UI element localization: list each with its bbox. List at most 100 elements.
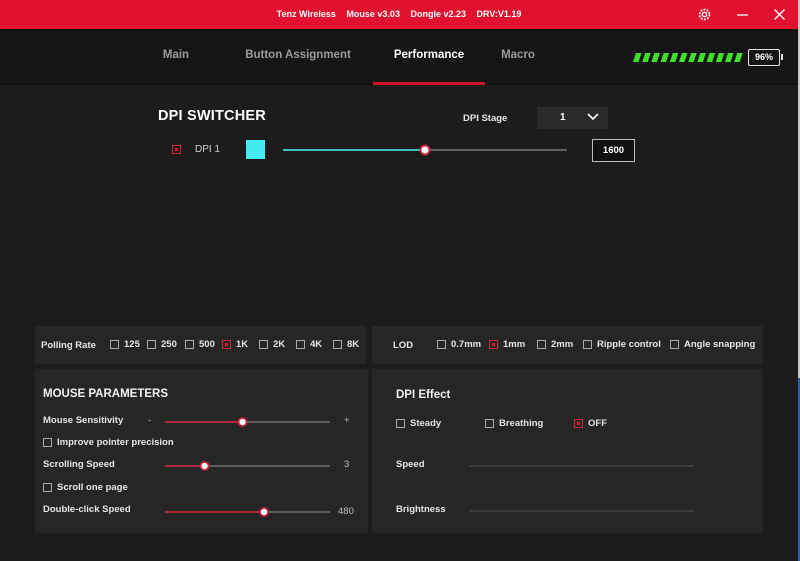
ripple-control-option[interactable]: Ripple control — [583, 339, 661, 350]
checkbox[interactable] — [110, 340, 119, 349]
dpi-effect-panel: DPI Effect Steady Breathing OFF Speed Br… — [372, 369, 763, 533]
checkbox[interactable] — [222, 340, 231, 349]
checkbox[interactable] — [43, 483, 52, 492]
polling-option-125[interactable]: 125 — [110, 339, 140, 350]
dpi-switcher-title: DPI SWITCHER — [158, 108, 266, 124]
app-window: Tenz Wireless Mouse v3.03 Dongle v2.23 D… — [0, 0, 798, 561]
improve-pointer-precision-option[interactable]: Improve pointer precision — [43, 437, 174, 448]
polling-option-500[interactable]: 500 — [185, 339, 215, 350]
checkbox[interactable] — [296, 340, 305, 349]
polling-rate-label: Polling Rate — [41, 340, 96, 351]
close-icon — [773, 9, 785, 20]
tab-performance[interactable]: Performance — [373, 29, 485, 85]
minimize-button[interactable] — [724, 0, 760, 29]
lod-option-0-7mm[interactable]: 0.7mm — [437, 339, 481, 350]
sensitivity-plus[interactable]: + — [344, 415, 350, 426]
mouse-version: Mouse v3.03 — [346, 9, 400, 19]
close-button[interactable] — [761, 0, 797, 29]
checkbox[interactable] — [670, 340, 679, 349]
effect-brightness-label: Brightness — [396, 504, 446, 515]
option-label: 125 — [124, 339, 140, 350]
polling-option-1k[interactable]: 1K — [222, 339, 248, 350]
battery-segment — [725, 53, 734, 62]
dpi1-value-input[interactable]: 1600 — [592, 139, 635, 162]
checkbox[interactable] — [396, 419, 405, 428]
battery-percent: 96% — [748, 49, 783, 66]
checkbox[interactable] — [147, 340, 156, 349]
battery-segment — [660, 53, 670, 62]
lod-panel: LOD 0.7mm 1mm 2mm Ripple control Angle s… — [372, 326, 763, 364]
option-label: Improve pointer precision — [57, 437, 174, 448]
title-bar: Tenz Wireless Mouse v3.03 Dongle v2.23 D… — [0, 0, 798, 29]
settings-button[interactable] — [686, 0, 722, 29]
gear-icon — [698, 8, 710, 21]
dpi1-label: DPI 1 — [195, 144, 221, 155]
checkbox[interactable] — [537, 340, 546, 349]
double-click-speed-slider[interactable] — [165, 505, 330, 519]
dpi-stage-dropdown[interactable]: 1 — [537, 107, 608, 129]
dpi1-color-swatch[interactable] — [246, 140, 265, 159]
lod-option-2mm[interactable]: 2mm — [537, 339, 573, 350]
lod-option-1mm[interactable]: 1mm — [489, 339, 525, 350]
checkbox[interactable] — [437, 340, 446, 349]
battery-segment — [679, 53, 688, 62]
mouse-parameters-title: MOUSE PARAMETERS — [43, 388, 169, 400]
product-name: Tenz Wireless — [276, 9, 336, 19]
effect-speed-slider[interactable] — [469, 459, 694, 473]
tab-macro[interactable]: Macro — [494, 29, 542, 83]
mouse-sensitivity-slider[interactable] — [165, 415, 330, 429]
checkbox[interactable] — [185, 340, 194, 349]
battery-level-bars — [633, 53, 743, 62]
effect-speed-label: Speed — [396, 459, 425, 470]
option-label: 1K — [236, 339, 249, 350]
double-click-speed-value: 480 — [338, 506, 354, 517]
tab-main[interactable]: Main — [150, 29, 202, 83]
scroll-one-page-option[interactable]: Scroll one page — [43, 482, 128, 493]
polling-option-2k[interactable]: 2K — [259, 339, 285, 350]
sensitivity-minus[interactable]: - — [148, 415, 151, 426]
effect-steady-option[interactable]: Steady — [396, 418, 441, 429]
effect-breathing-option[interactable]: Breathing — [485, 418, 543, 429]
checkbox[interactable] — [574, 419, 583, 428]
option-label: Breathing — [499, 418, 544, 429]
polling-option-8k[interactable]: 8K — [333, 339, 359, 350]
dpi1-slider[interactable] — [283, 140, 567, 160]
option-label: Scroll one page — [57, 482, 128, 493]
polling-rate-panel: Polling Rate 125 250 500 1K 2K 4K 8K — [35, 326, 366, 364]
checkbox[interactable] — [43, 438, 52, 447]
battery-segment — [642, 53, 651, 62]
battery-segment — [651, 53, 660, 62]
option-label: OFF — [588, 418, 607, 429]
effect-brightness-slider[interactable] — [469, 504, 694, 518]
main-nav: Main Button Assignment Performance Macro… — [0, 29, 798, 85]
option-label: Steady — [410, 418, 442, 429]
battery-segment — [688, 53, 697, 62]
mouse-parameters-panel: MOUSE PARAMETERS Mouse Sensitivity - + I… — [35, 369, 368, 533]
checkbox[interactable] — [583, 340, 592, 349]
angle-snapping-option[interactable]: Angle snapping — [670, 339, 755, 350]
option-label: 2K — [273, 339, 286, 350]
version-info: Tenz Wireless Mouse v3.03 Dongle v2.23 D… — [0, 0, 798, 29]
dpi1-checkbox[interactable] — [172, 145, 181, 154]
battery-segment — [706, 53, 716, 62]
option-label: Ripple control — [597, 339, 661, 350]
scrolling-speed-label: Scrolling Speed — [43, 459, 115, 470]
option-label: 0.7mm — [451, 339, 482, 350]
driver-version: DRV:V1.19 — [476, 9, 522, 19]
polling-option-4k[interactable]: 4K — [296, 339, 322, 350]
scrolling-speed-value: 3 — [344, 459, 350, 470]
option-label: 2mm — [551, 339, 574, 350]
option-label: 250 — [161, 339, 177, 350]
checkbox[interactable] — [485, 419, 494, 428]
option-label: 8K — [347, 339, 360, 350]
battery-segment — [669, 53, 679, 62]
tab-button-assignment[interactable]: Button Assignment — [236, 29, 360, 83]
scrolling-speed-slider[interactable] — [165, 459, 330, 473]
polling-option-250[interactable]: 250 — [147, 339, 177, 350]
checkbox[interactable] — [489, 340, 498, 349]
dpi-stage-value: 1 — [560, 112, 566, 123]
checkbox[interactable] — [259, 340, 268, 349]
checkbox[interactable] — [333, 340, 342, 349]
effect-off-option[interactable]: OFF — [574, 418, 607, 429]
lod-label: LOD — [393, 340, 414, 351]
